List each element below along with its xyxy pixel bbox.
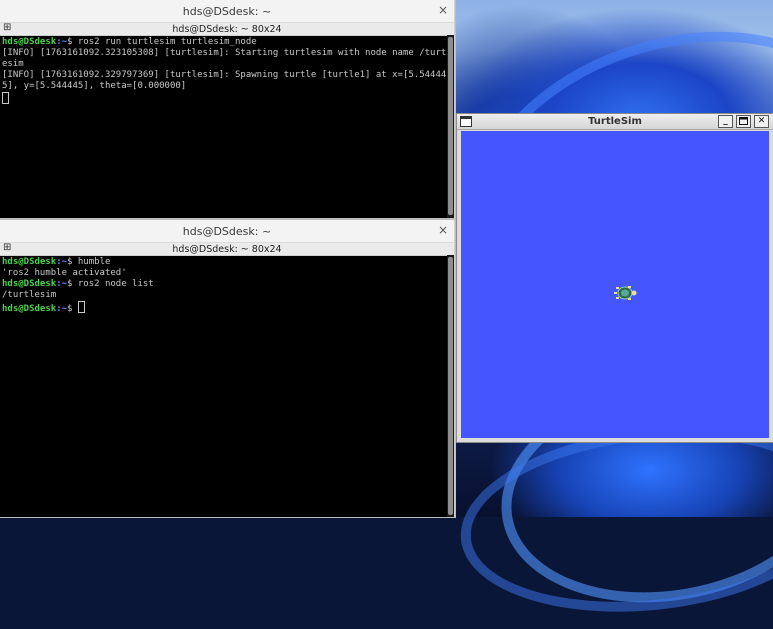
wallpaper-swirl bbox=[451, 410, 773, 629]
terminal-window-bottom[interactable]: hds@DSdesk: ~ × ⊞ hds@DSdesk: ~ 80x24 hd… bbox=[0, 220, 455, 517]
terminal-titlebar[interactable]: hds@DSdesk: ~ × bbox=[0, 0, 454, 23]
prompt-user: hds@DSdesk bbox=[2, 279, 57, 289]
prompt-user: hds@DSdesk bbox=[2, 37, 57, 47]
scrollbar-thumb[interactable] bbox=[448, 37, 453, 215]
terminal-tab[interactable]: ⊞ hds@DSdesk: ~ 80x24 bbox=[0, 243, 454, 256]
command-text: $ ros2 run turtlesim turtlesim_node bbox=[67, 37, 257, 47]
window-title: hds@DSdesk: ~ bbox=[182, 224, 272, 238]
turtlesim-window[interactable]: TurtleSim _ ✕ bbox=[456, 113, 773, 443]
command-text: $ ros2 node list bbox=[67, 279, 154, 289]
cursor-line bbox=[2, 92, 452, 106]
tab-label: hds@DSdesk: ~ 80x24 bbox=[172, 243, 282, 255]
scrollbar[interactable] bbox=[447, 255, 454, 517]
new-tab-icon[interactable]: ⊞ bbox=[3, 23, 13, 33]
prompt-user: hds@DSdesk bbox=[2, 304, 57, 314]
output-line: 'ros2 humble activated' bbox=[2, 268, 127, 278]
scrollbar[interactable] bbox=[447, 35, 454, 218]
prompt-line: hds@DSdesk:~$ ros2 run turtlesim turtles… bbox=[2, 37, 452, 48]
command-text: $ bbox=[67, 304, 78, 314]
maximize-icon bbox=[739, 117, 748, 125]
terminal-titlebar[interactable]: hds@DSdesk: ~ × bbox=[0, 220, 454, 243]
output-line: [INFO] [1763161092.329797369] [turtlesim… bbox=[2, 70, 447, 91]
close-button[interactable]: ✕ bbox=[754, 115, 769, 128]
close-icon[interactable]: × bbox=[438, 223, 448, 237]
terminal-tab[interactable]: ⊞ hds@DSdesk: ~ 80x24 bbox=[0, 23, 454, 36]
prompt-user: hds@DSdesk bbox=[2, 257, 57, 267]
text-cursor bbox=[2, 92, 9, 104]
window-title: hds@DSdesk: ~ bbox=[182, 4, 272, 18]
turtlesim-canvas[interactable] bbox=[461, 131, 769, 438]
scrollbar-thumb[interactable] bbox=[448, 257, 453, 515]
window-title: TurtleSim bbox=[588, 116, 642, 127]
prompt-path: :~ bbox=[56, 279, 68, 289]
terminal-window-top[interactable]: hds@DSdesk: ~ × ⊞ hds@DSdesk: ~ 80x24 hd… bbox=[0, 0, 455, 218]
maximize-button[interactable] bbox=[736, 115, 751, 128]
minimize-button[interactable]: _ bbox=[718, 115, 733, 128]
output-line: [INFO] [1763161092.323105308] [turtlesim… bbox=[2, 48, 452, 69]
prompt-line: hds@DSdesk:~$ bbox=[2, 301, 452, 315]
text-cursor bbox=[77, 301, 85, 313]
prompt-path: :~ bbox=[56, 304, 68, 314]
turtle-icon bbox=[614, 286, 637, 300]
prompt-path: :~ bbox=[56, 257, 68, 267]
terminal-output[interactable]: hds@DSdesk:~$ ros2 run turtlesim turtles… bbox=[0, 36, 454, 107]
prompt-path: :~ bbox=[56, 37, 68, 47]
window-menu-icon[interactable] bbox=[460, 116, 472, 127]
close-icon[interactable]: × bbox=[438, 3, 448, 17]
prompt-line: hds@DSdesk:~$ humble bbox=[2, 257, 452, 268]
new-tab-icon[interactable]: ⊞ bbox=[3, 243, 13, 253]
tab-label: hds@DSdesk: ~ 80x24 bbox=[172, 23, 282, 35]
terminal-output[interactable]: hds@DSdesk:~$ humble'ros2 humble activat… bbox=[0, 256, 454, 316]
command-text: $ humble bbox=[67, 257, 111, 267]
turtlesim-titlebar[interactable]: TurtleSim _ ✕ bbox=[457, 114, 773, 130]
output-line: /turtlesim bbox=[2, 290, 57, 300]
prompt-line: hds@DSdesk:~$ ros2 node list bbox=[2, 279, 452, 290]
